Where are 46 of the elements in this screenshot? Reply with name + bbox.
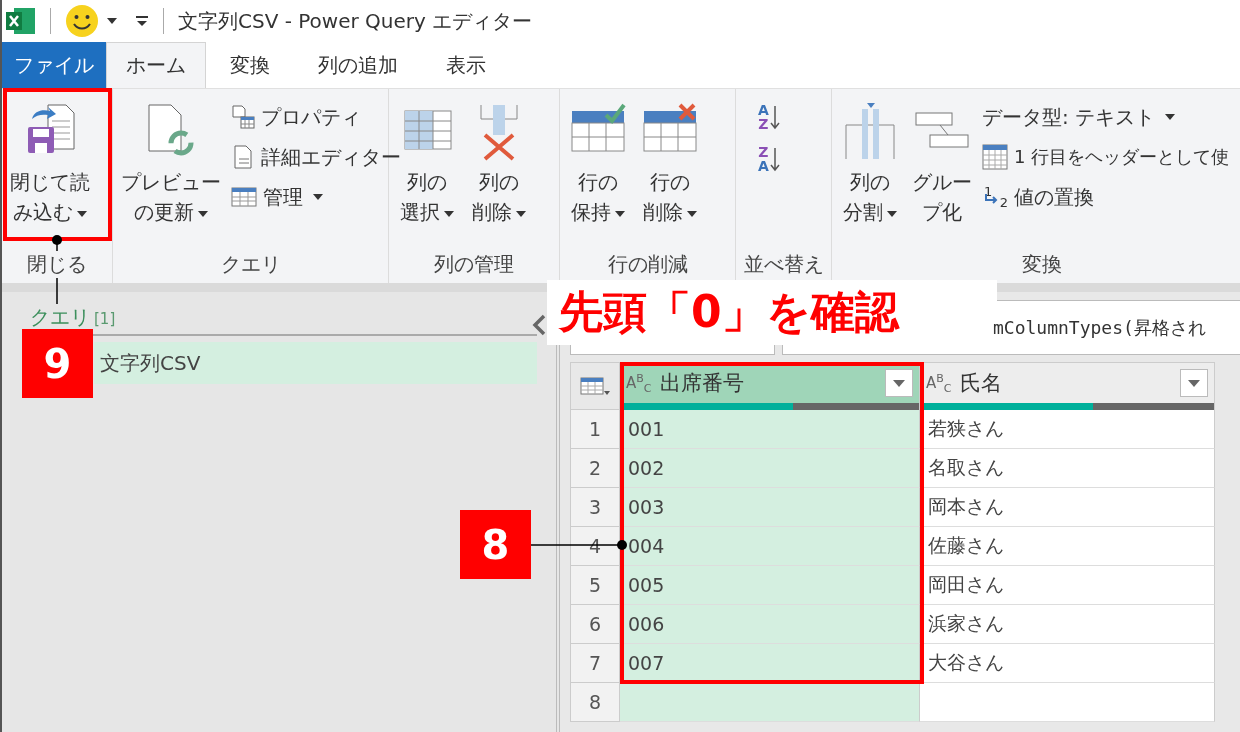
- ribbon-button[interactable]: 1 行目をヘッダーとして使: [980, 139, 1232, 175]
- row-number: 3: [570, 488, 620, 527]
- ribbon-button[interactable]: データ型: テキスト: [980, 99, 1232, 135]
- column-name: 氏名: [959, 370, 1003, 397]
- row-number: 5: [570, 566, 620, 605]
- row-number: 8: [570, 683, 620, 722]
- filter-dropdown-button[interactable]: [1180, 369, 1208, 397]
- ribbon-button[interactable]: 列の 削除: [465, 89, 533, 245]
- step-badge: 9: [22, 329, 93, 398]
- customize-toolbar-icon[interactable]: [135, 15, 149, 27]
- filter-dropdown-button[interactable]: [885, 369, 913, 397]
- document-icon: [231, 145, 255, 169]
- ribbon-button[interactable]: プレビュー の更新: [117, 89, 225, 245]
- caret-icon: [1188, 379, 1200, 387]
- group-label: 閉じる: [27, 250, 87, 278]
- collapse-icon[interactable]: [532, 314, 546, 336]
- file-tab[interactable]: ファイル: [2, 42, 106, 88]
- ribbon-tab[interactable]: 変換: [206, 42, 294, 88]
- row-number: 7: [570, 644, 620, 683]
- ribbon-button[interactable]: 行の 削除: [636, 89, 704, 245]
- row-number: 2: [570, 449, 620, 488]
- ribbon-button[interactable]: 列の 分割: [836, 89, 904, 245]
- caret-icon: [893, 379, 905, 387]
- step-badge: 8: [460, 510, 531, 579]
- row-number: 1: [570, 410, 620, 449]
- ribbon-tab[interactable]: 表示: [422, 42, 510, 88]
- spreadsheet-app-icon: [6, 7, 36, 35]
- table-icon: [982, 144, 1008, 170]
- window-title: 文字列CSV - Power Query エディター: [178, 7, 533, 35]
- query-count: [1]: [94, 310, 116, 328]
- ribbon-tab[interactable]: 列の追加: [294, 42, 422, 88]
- query-item[interactable]: 文字列CSV: [94, 342, 537, 384]
- ribbon-button[interactable]: プロパティ: [229, 99, 403, 135]
- ribbon-button[interactable]: 詳細エディター: [229, 139, 403, 175]
- caret-icon[interactable]: [107, 18, 117, 24]
- properties-icon: [231, 105, 255, 129]
- smiley-icon[interactable]: [65, 4, 99, 38]
- table-icon: [231, 186, 257, 208]
- callout-text: 先頭「0」を確認: [559, 285, 899, 339]
- table-menu-icon[interactable]: [580, 375, 610, 397]
- ribbon-tab[interactable]: ホーム: [106, 42, 206, 88]
- ribbon-button[interactable]: 行の 保持: [564, 89, 632, 245]
- ribbon-button[interactable]: グルー プ化: [908, 89, 976, 245]
- column-name: 出席番号: [659, 370, 745, 397]
- row-number: 6: [570, 605, 620, 644]
- ribbon-button[interactable]: 閉じて読 み込む: [6, 89, 94, 245]
